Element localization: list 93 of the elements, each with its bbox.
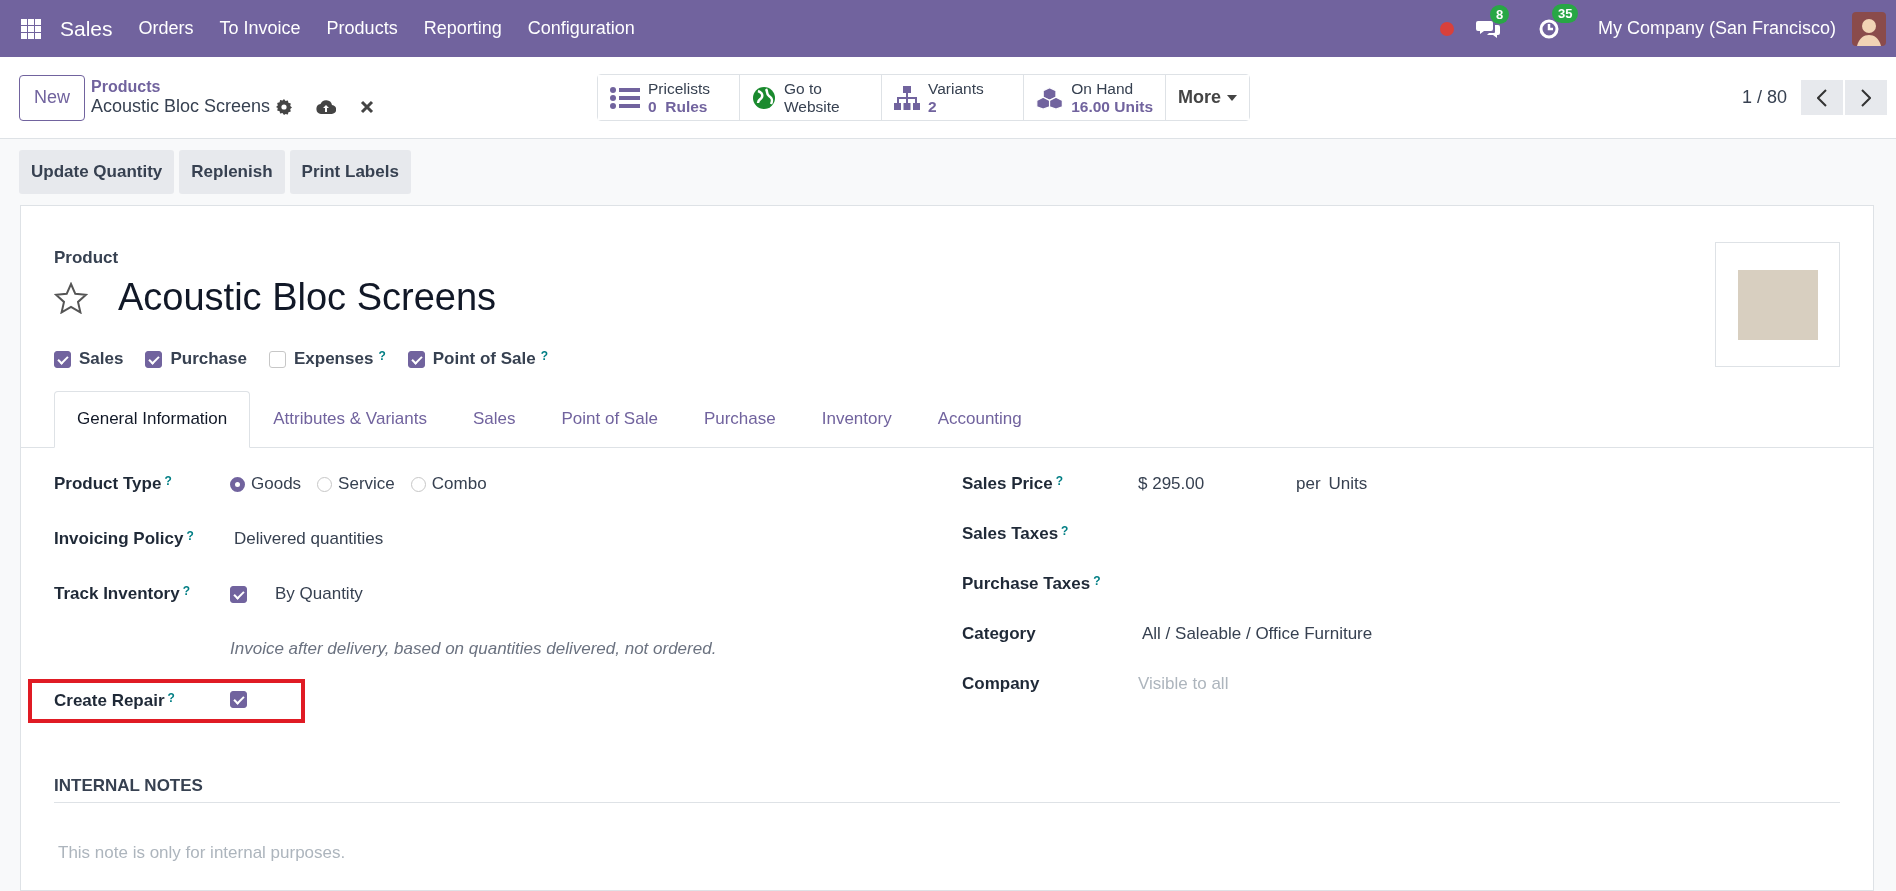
- smart-button-label: Pricelists: [648, 80, 711, 98]
- section-heading: INTERNAL NOTES: [54, 776, 1840, 803]
- menu-item[interactable]: Orders: [138, 18, 194, 39]
- radio-label: Combo: [431, 474, 487, 494]
- action-button[interactable]: Replenish: [179, 150, 285, 194]
- chat-icon[interactable]: [1475, 18, 1500, 39]
- smart-button-label: Go to: [784, 80, 823, 98]
- field-label: Create Repair: [54, 691, 165, 711]
- field-value[interactable]: All / Saleable / Office Furniture: [1142, 624, 1373, 644]
- user-avatar[interactable]: [1852, 11, 1886, 46]
- cloud-upload-icon[interactable]: [316, 98, 337, 115]
- checkbox[interactable]: [407, 350, 425, 368]
- checkbox-label: Sales: [79, 349, 124, 369]
- help-tooltip[interactable]: ?: [378, 349, 386, 363]
- status-dot: [1439, 21, 1454, 36]
- pager-counter[interactable]: 1 / 80: [1741, 87, 1787, 108]
- checkbox[interactable]: [230, 585, 247, 603]
- checkbox[interactable]: [145, 350, 163, 368]
- unit-field[interactable]: Units: [1328, 474, 1368, 494]
- help-tooltip[interactable]: ?: [182, 584, 190, 598]
- tab[interactable]: Point of Sale: [538, 391, 681, 448]
- smart-button-label: On Hand: [1071, 80, 1135, 98]
- field-label: Company: [962, 674, 1040, 694]
- app-name[interactable]: Sales: [60, 16, 113, 41]
- help-tooltip[interactable]: ?: [1093, 574, 1101, 588]
- next-button[interactable]: [1845, 80, 1887, 115]
- smart-button-value: Website: [784, 97, 840, 115]
- field-caption: Product: [54, 248, 120, 268]
- activity-count-badge: 35: [1551, 3, 1579, 23]
- previous-button[interactable]: [1801, 80, 1843, 115]
- field-label: Track Inventory: [54, 584, 180, 604]
- smart-button-value: 16.00 Units: [1071, 97, 1153, 115]
- discard-icon[interactable]: [360, 99, 375, 114]
- menu-item[interactable]: Products: [326, 18, 398, 39]
- company-switcher[interactable]: My Company (San Francisco): [1597, 18, 1836, 39]
- tab[interactable]: Inventory: [798, 391, 915, 448]
- checkbox-label: Point of Sale: [432, 349, 536, 369]
- chevron-right-icon: [1861, 88, 1871, 107]
- hierarchy-icon: [894, 85, 920, 110]
- action-button[interactable]: Update Quantity: [19, 150, 175, 194]
- field-value[interactable]: Delivered quantities: [234, 529, 384, 549]
- menu-item[interactable]: Configuration: [527, 18, 635, 39]
- help-tooltip[interactable]: ?: [1061, 524, 1069, 538]
- field-label: Sales Price: [962, 474, 1053, 494]
- help-tooltip[interactable]: ?: [167, 691, 175, 705]
- checkbox[interactable]: [54, 350, 71, 368]
- help-tooltip[interactable]: ?: [186, 529, 194, 543]
- help-tooltip[interactable]: ?: [540, 349, 549, 363]
- smart-button[interactable]: Pricelists 0 Rules: [598, 75, 740, 120]
- tab[interactable]: Sales: [449, 391, 539, 448]
- radio-button[interactable]: [410, 476, 426, 492]
- menu-item[interactable]: To Invoice: [219, 18, 301, 39]
- caret-icon: [1227, 94, 1238, 101]
- field-label: Product Type: [54, 474, 162, 494]
- help-tooltip[interactable]: ?: [164, 474, 172, 488]
- tab[interactable]: General Information: [54, 391, 251, 448]
- field-value[interactable]: By Quantity: [275, 584, 363, 604]
- field-label: Category: [962, 624, 1036, 644]
- radio-label: Goods: [251, 474, 302, 494]
- radio-button[interactable]: [230, 476, 245, 492]
- list-icon: [610, 86, 640, 109]
- unit-prefix: per: [1296, 474, 1321, 494]
- action-button[interactable]: Print Labels: [289, 150, 411, 194]
- tab[interactable]: Attributes & Variants: [250, 391, 450, 448]
- field-label: Sales Taxes: [962, 524, 1059, 544]
- settings-icon[interactable]: [276, 98, 293, 115]
- field-label: Invoicing Policy: [54, 529, 184, 549]
- chevron-left-icon: [1817, 88, 1827, 107]
- checkbox[interactable]: [230, 691, 247, 708]
- new-button[interactable]: New: [19, 74, 85, 121]
- radio-button[interactable]: [317, 476, 333, 492]
- price-field[interactable]: $ 295.00: [1138, 474, 1288, 494]
- tab[interactable]: Purchase: [680, 391, 799, 448]
- smart-button-value: 2: [928, 97, 938, 115]
- radio-label: Service: [338, 474, 395, 494]
- checkbox-label: Purchase: [170, 349, 247, 369]
- apps-grid-icon[interactable]: [21, 18, 41, 39]
- clock-icon[interactable]: [1537, 17, 1560, 40]
- smart-button-value: 0 Rules: [648, 97, 709, 115]
- globe-icon: [752, 85, 776, 110]
- message-count-badge: 8: [1489, 4, 1510, 24]
- tab[interactable]: Accounting: [914, 391, 1045, 448]
- breadcrumb-link[interactable]: Products: [91, 78, 597, 96]
- checkbox-label: Expenses: [294, 349, 374, 369]
- product-name: Acoustic Bloc Screens: [118, 276, 497, 319]
- help-tooltip[interactable]: ?: [1055, 474, 1064, 488]
- record-name: Acoustic Bloc Screens: [91, 96, 271, 117]
- field-hint: Invoice after delivery, based on quantities delivered, not ordered.: [229, 639, 718, 659]
- checkbox[interactable]: [269, 350, 286, 368]
- smart-button-label: Variants: [928, 80, 984, 98]
- favorite-star-icon[interactable]: [54, 281, 88, 314]
- field-label: Purchase Taxes: [962, 574, 1091, 594]
- menu-item[interactable]: Reporting: [423, 18, 502, 39]
